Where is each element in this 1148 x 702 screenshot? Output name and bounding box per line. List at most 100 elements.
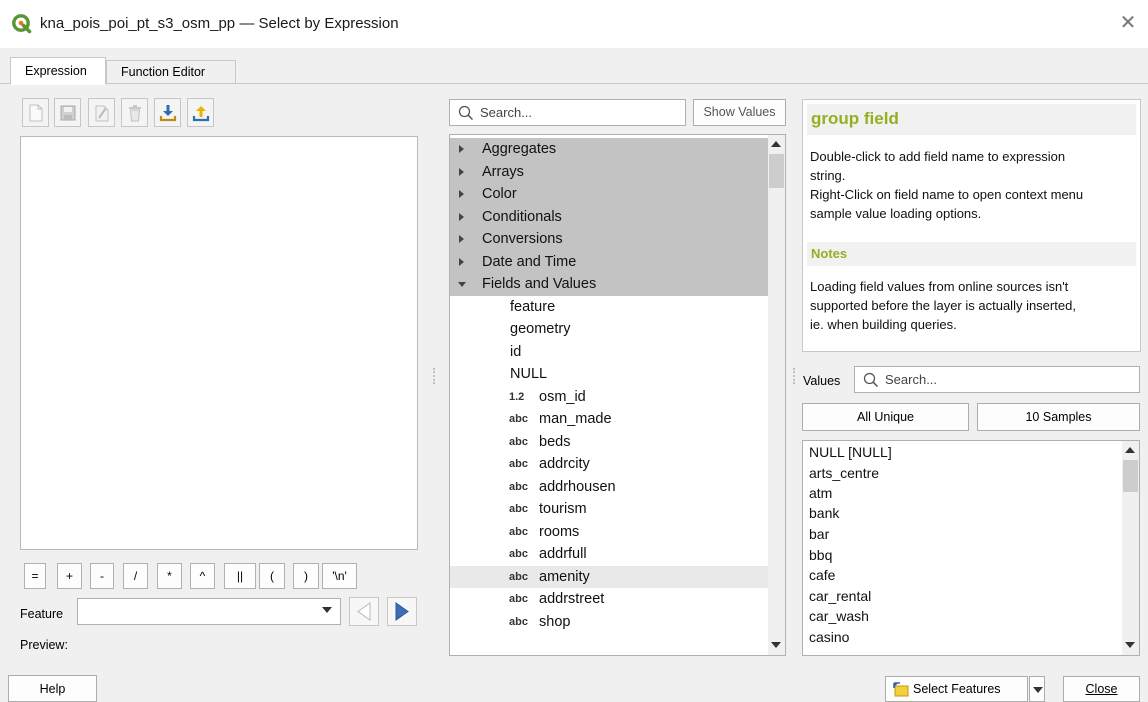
new-file-button[interactable] <box>22 98 49 127</box>
triangle-left-icon <box>357 602 371 621</box>
tree-item-beds[interactable]: abc beds <box>450 431 768 454</box>
values-label: Values <box>803 374 841 388</box>
values-search-input[interactable]: Search... <box>854 366 1140 393</box>
tree-scroll-thumb[interactable] <box>769 154 784 188</box>
save-icon <box>60 105 75 120</box>
tree-group-color[interactable]: Color <box>450 183 768 206</box>
operator-power-button[interactable]: ^ <box>190 563 215 589</box>
feature-combo[interactable] <box>77 598 341 625</box>
expression-editor[interactable] <box>20 136 418 550</box>
string-type-icon: abc <box>509 548 528 560</box>
search-icon <box>458 105 474 121</box>
close-window-icon[interactable]: ✕ <box>1118 12 1138 34</box>
tree-item-shop[interactable]: abc shop <box>450 611 768 634</box>
help-title: group field <box>811 109 899 128</box>
operator-minus-button[interactable]: - <box>90 563 114 589</box>
help-panel: group field Double-click to add field na… <box>802 99 1141 352</box>
scroll-down-icon[interactable] <box>771 642 781 648</box>
tree-group-conversions[interactable]: Conversions <box>450 228 768 251</box>
operator-plus-button[interactable]: + <box>57 563 82 589</box>
help-button[interactable]: Help <box>8 675 97 702</box>
string-type-icon: abc <box>509 593 528 605</box>
export-button[interactable] <box>187 98 214 127</box>
tree-item-osm-id[interactable]: 1.2 osm_id <box>450 386 768 409</box>
notes-text-line: ie. when building queries. <box>810 317 957 332</box>
tree-item-amenity[interactable]: abc amenity <box>450 565 768 588</box>
tree-group-aggregates[interactable]: Aggregates <box>450 138 768 161</box>
chevron-down-icon <box>322 607 332 613</box>
function-search-input[interactable]: Search... <box>449 99 686 126</box>
values-scroll-thumb[interactable] <box>1123 460 1138 492</box>
tree-item-id[interactable]: id <box>450 341 768 364</box>
list-item[interactable]: car_wash <box>809 606 869 626</box>
string-type-icon: abc <box>509 615 528 628</box>
values-list[interactable]: NULL [NULL] arts_centre atm bank bar bbq… <box>802 440 1140 656</box>
edit-icon <box>95 105 108 121</box>
list-item[interactable]: atm <box>809 483 832 503</box>
operator-equals-button[interactable]: = <box>24 563 46 589</box>
notes-text-line: Loading field values from online sources… <box>810 279 1069 294</box>
tree-group-fields-and-values[interactable]: Fields and Values <box>450 273 768 296</box>
select-features-button[interactable]: Select Features <box>885 676 1028 702</box>
tree-item-addrhousen[interactable]: abc addrhousen <box>450 476 768 499</box>
tree-group-conditionals[interactable]: Conditionals <box>450 205 768 228</box>
close-button[interactable]: Close <box>1063 676 1140 702</box>
operator-open-paren-button[interactable]: ( <box>259 563 285 589</box>
tab-expression[interactable]: Expression <box>10 57 106 85</box>
help-text-line: sample value loading options. <box>810 206 982 221</box>
tree-item-addrcity[interactable]: abc addrcity <box>450 453 768 476</box>
operator-multiply-button[interactable]: * <box>157 563 182 589</box>
scroll-down-icon[interactable] <box>1125 642 1135 648</box>
next-feature-button[interactable] <box>387 597 417 626</box>
tree-item-feature[interactable]: feature <box>450 296 768 319</box>
string-type-icon: abc <box>509 480 528 493</box>
tree-group-arrays[interactable]: Arrays <box>450 160 768 183</box>
save-button[interactable] <box>54 98 81 127</box>
tab-function-editor[interactable]: Function Editor <box>106 60 236 84</box>
ten-samples-button[interactable]: 10 Samples <box>977 403 1140 431</box>
operator-divide-button[interactable]: / <box>123 563 148 589</box>
tree-scrollbar[interactable] <box>768 135 785 655</box>
tree-item-addrfull[interactable]: abc addrfull <box>450 543 768 566</box>
operator-close-paren-button[interactable]: ) <box>293 563 319 589</box>
list-item[interactable]: NULL [NULL] <box>809 442 892 462</box>
tree-item-geometry[interactable]: geometry <box>450 318 768 341</box>
tree-item-rooms[interactable]: abc rooms <box>450 521 768 544</box>
all-unique-button[interactable]: All Unique <box>802 403 969 431</box>
help-text-line: string. <box>810 168 846 183</box>
import-button[interactable] <box>154 98 181 127</box>
scroll-up-icon[interactable] <box>771 141 781 147</box>
list-item[interactable]: bank <box>809 503 839 523</box>
string-type-icon: abc <box>509 435 528 448</box>
list-item[interactable]: bbq <box>809 545 832 565</box>
scroll-up-icon[interactable] <box>1125 447 1135 453</box>
values-scrollbar[interactable] <box>1122 441 1139 655</box>
list-item[interactable]: arts_centre <box>809 463 879 483</box>
tree-group-date-and-time[interactable]: Date and Time <box>450 250 768 273</box>
edit-button[interactable] <box>88 98 115 127</box>
search-icon <box>863 372 879 388</box>
list-item[interactable]: cafe <box>809 565 835 585</box>
previous-feature-button[interactable] <box>349 597 379 626</box>
tree-item-null[interactable]: NULL <box>450 363 768 386</box>
splitter-handle-right[interactable] <box>793 368 795 384</box>
window-title: kna_pois_poi_pt_s3_osm_pp — Select by Ex… <box>40 15 399 32</box>
list-item[interactable]: car_rental <box>809 586 871 606</box>
tree-item-tourism[interactable]: abc tourism <box>450 498 768 521</box>
function-tree[interactable]: Aggregates Arrays Color Conditionals Con… <box>449 134 786 656</box>
upload-icon <box>192 105 209 121</box>
new-file-icon <box>29 104 42 121</box>
delete-button[interactable] <box>121 98 148 127</box>
chevron-down-icon <box>1033 687 1043 693</box>
select-features-menu-button[interactable] <box>1029 676 1045 702</box>
list-item[interactable]: bar <box>809 524 829 544</box>
preview-label: Preview: <box>20 638 68 652</box>
show-values-button[interactable]: Show Values <box>693 99 786 126</box>
operator-newline-button[interactable]: '\n' <box>322 563 357 589</box>
list-item[interactable]: casino <box>809 627 849 647</box>
tree-item-addrstreet[interactable]: abc addrstreet <box>450 588 768 611</box>
splitter-handle[interactable] <box>433 368 435 384</box>
tree-item-man-made[interactable]: abc man_made <box>450 408 768 431</box>
operator-concat-button[interactable]: || <box>224 563 256 589</box>
feature-label: Feature <box>20 607 64 621</box>
